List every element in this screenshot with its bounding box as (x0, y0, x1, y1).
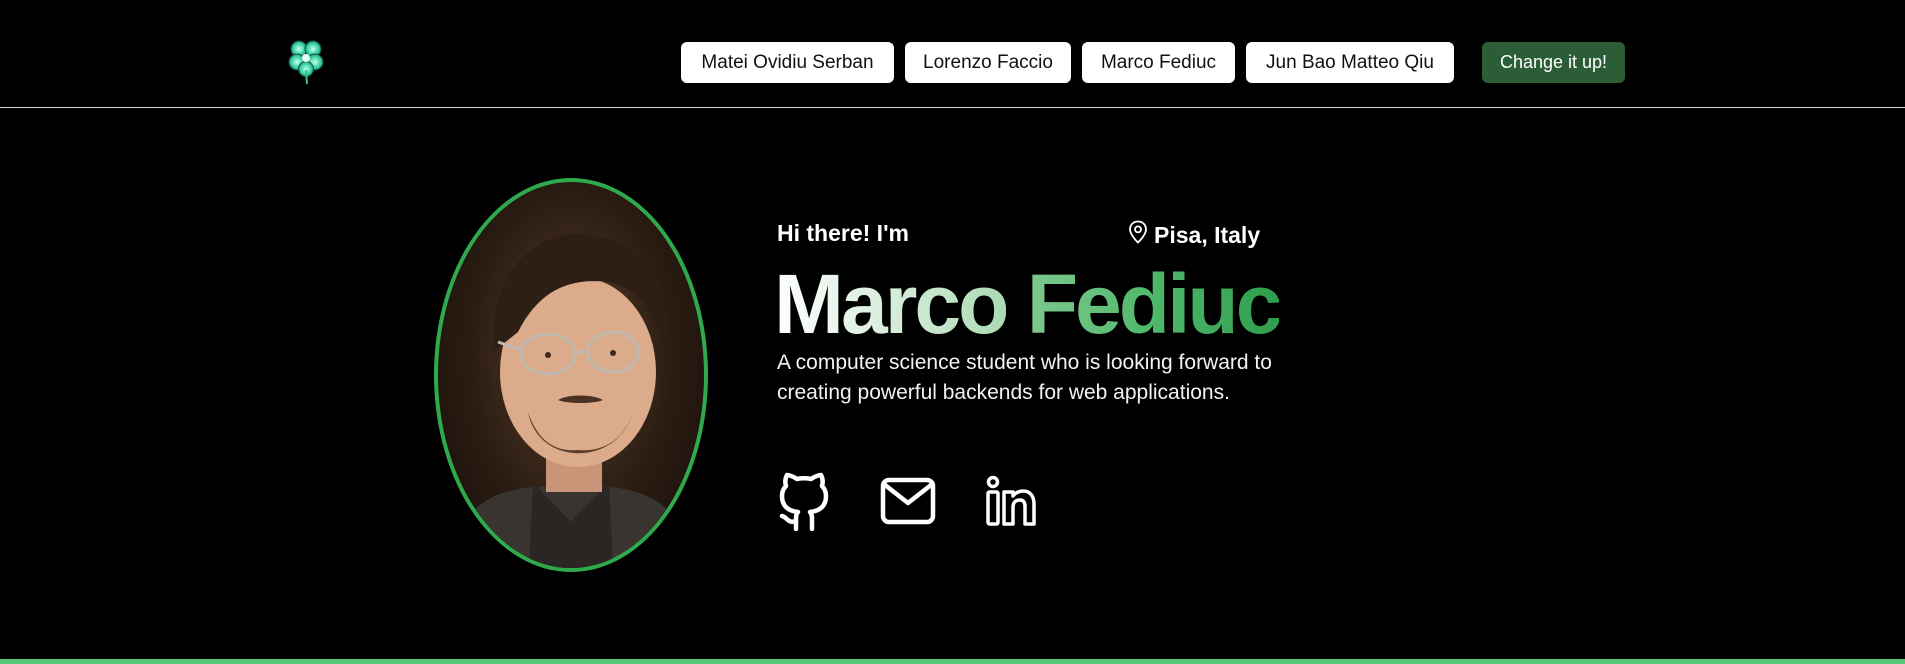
nav-item-jun-bao[interactable]: Jun Bao Matteo Qiu (1246, 42, 1454, 83)
location: Pisa, Italy (1128, 220, 1260, 250)
github-icon[interactable] (775, 470, 833, 532)
location-label: Pisa, Italy (1154, 221, 1261, 248)
top-navbar: Matei Ovidiu Serban Lorenzo Faccio Marco… (0, 0, 1905, 108)
tagline-text: A computer science student who is lookin… (777, 351, 1272, 404)
profile-photo (434, 178, 708, 572)
map-pin-icon (1128, 220, 1148, 250)
nav-item-matei[interactable]: Matei Ovidiu Serban (681, 42, 894, 83)
clover-logo-icon[interactable] (276, 30, 336, 90)
nav-item-lorenzo[interactable]: Lorenzo Faccio (905, 42, 1071, 83)
mail-icon[interactable] (879, 470, 937, 532)
hero-name: Marco Fediuc (774, 257, 1283, 351)
change-it-up-button[interactable]: Change it up! (1482, 42, 1625, 83)
last-name: Fediuc (1026, 257, 1283, 351)
page: Matei Ovidiu Serban Lorenzo Faccio Marco… (0, 0, 1905, 664)
linkedin-icon[interactable] (982, 470, 1040, 532)
section-divider (0, 659, 1905, 664)
nav-item-marco[interactable]: Marco Fediuc (1082, 42, 1235, 83)
first-name: Marco (774, 257, 1009, 351)
greeting-text: Hi there! I'm (777, 220, 909, 246)
